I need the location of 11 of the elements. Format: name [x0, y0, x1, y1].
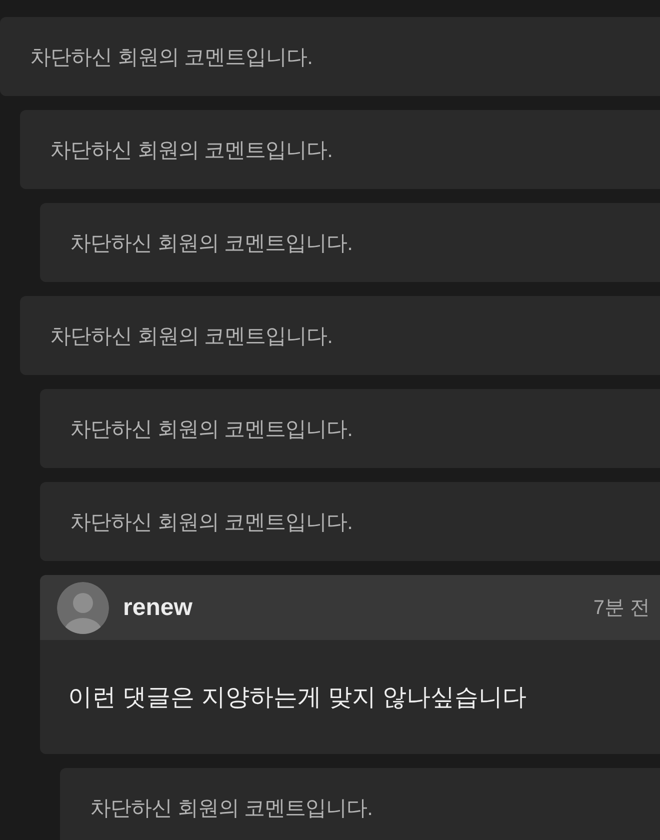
blocked-notice: 차단하신 회원의 코멘트입니다.: [30, 44, 313, 70]
blocked-notice: 차단하신 회원의 코멘트입니다.: [70, 230, 353, 256]
blocked-notice: 차단하신 회원의 코멘트입니다.: [70, 510, 353, 536]
comment-text: 이런 댓글은 지양하는게 맞지 않나싶습니다: [68, 683, 527, 713]
blocked-notice: 차단하신 회원의 코멘트입니다.: [50, 138, 333, 164]
comment-time: 7분 전: [593, 596, 650, 621]
avatar-icon[interactable]: [57, 582, 109, 634]
author-name[interactable]: renew: [123, 594, 192, 622]
blocked-notice: 차단하신 회원의 코멘트입니다.: [50, 324, 333, 350]
blocked-notice: 차단하신 회원의 코멘트입니다.: [70, 416, 353, 442]
blocked-notice: 차단하신 회원의 코멘트입니다.: [90, 796, 373, 822]
